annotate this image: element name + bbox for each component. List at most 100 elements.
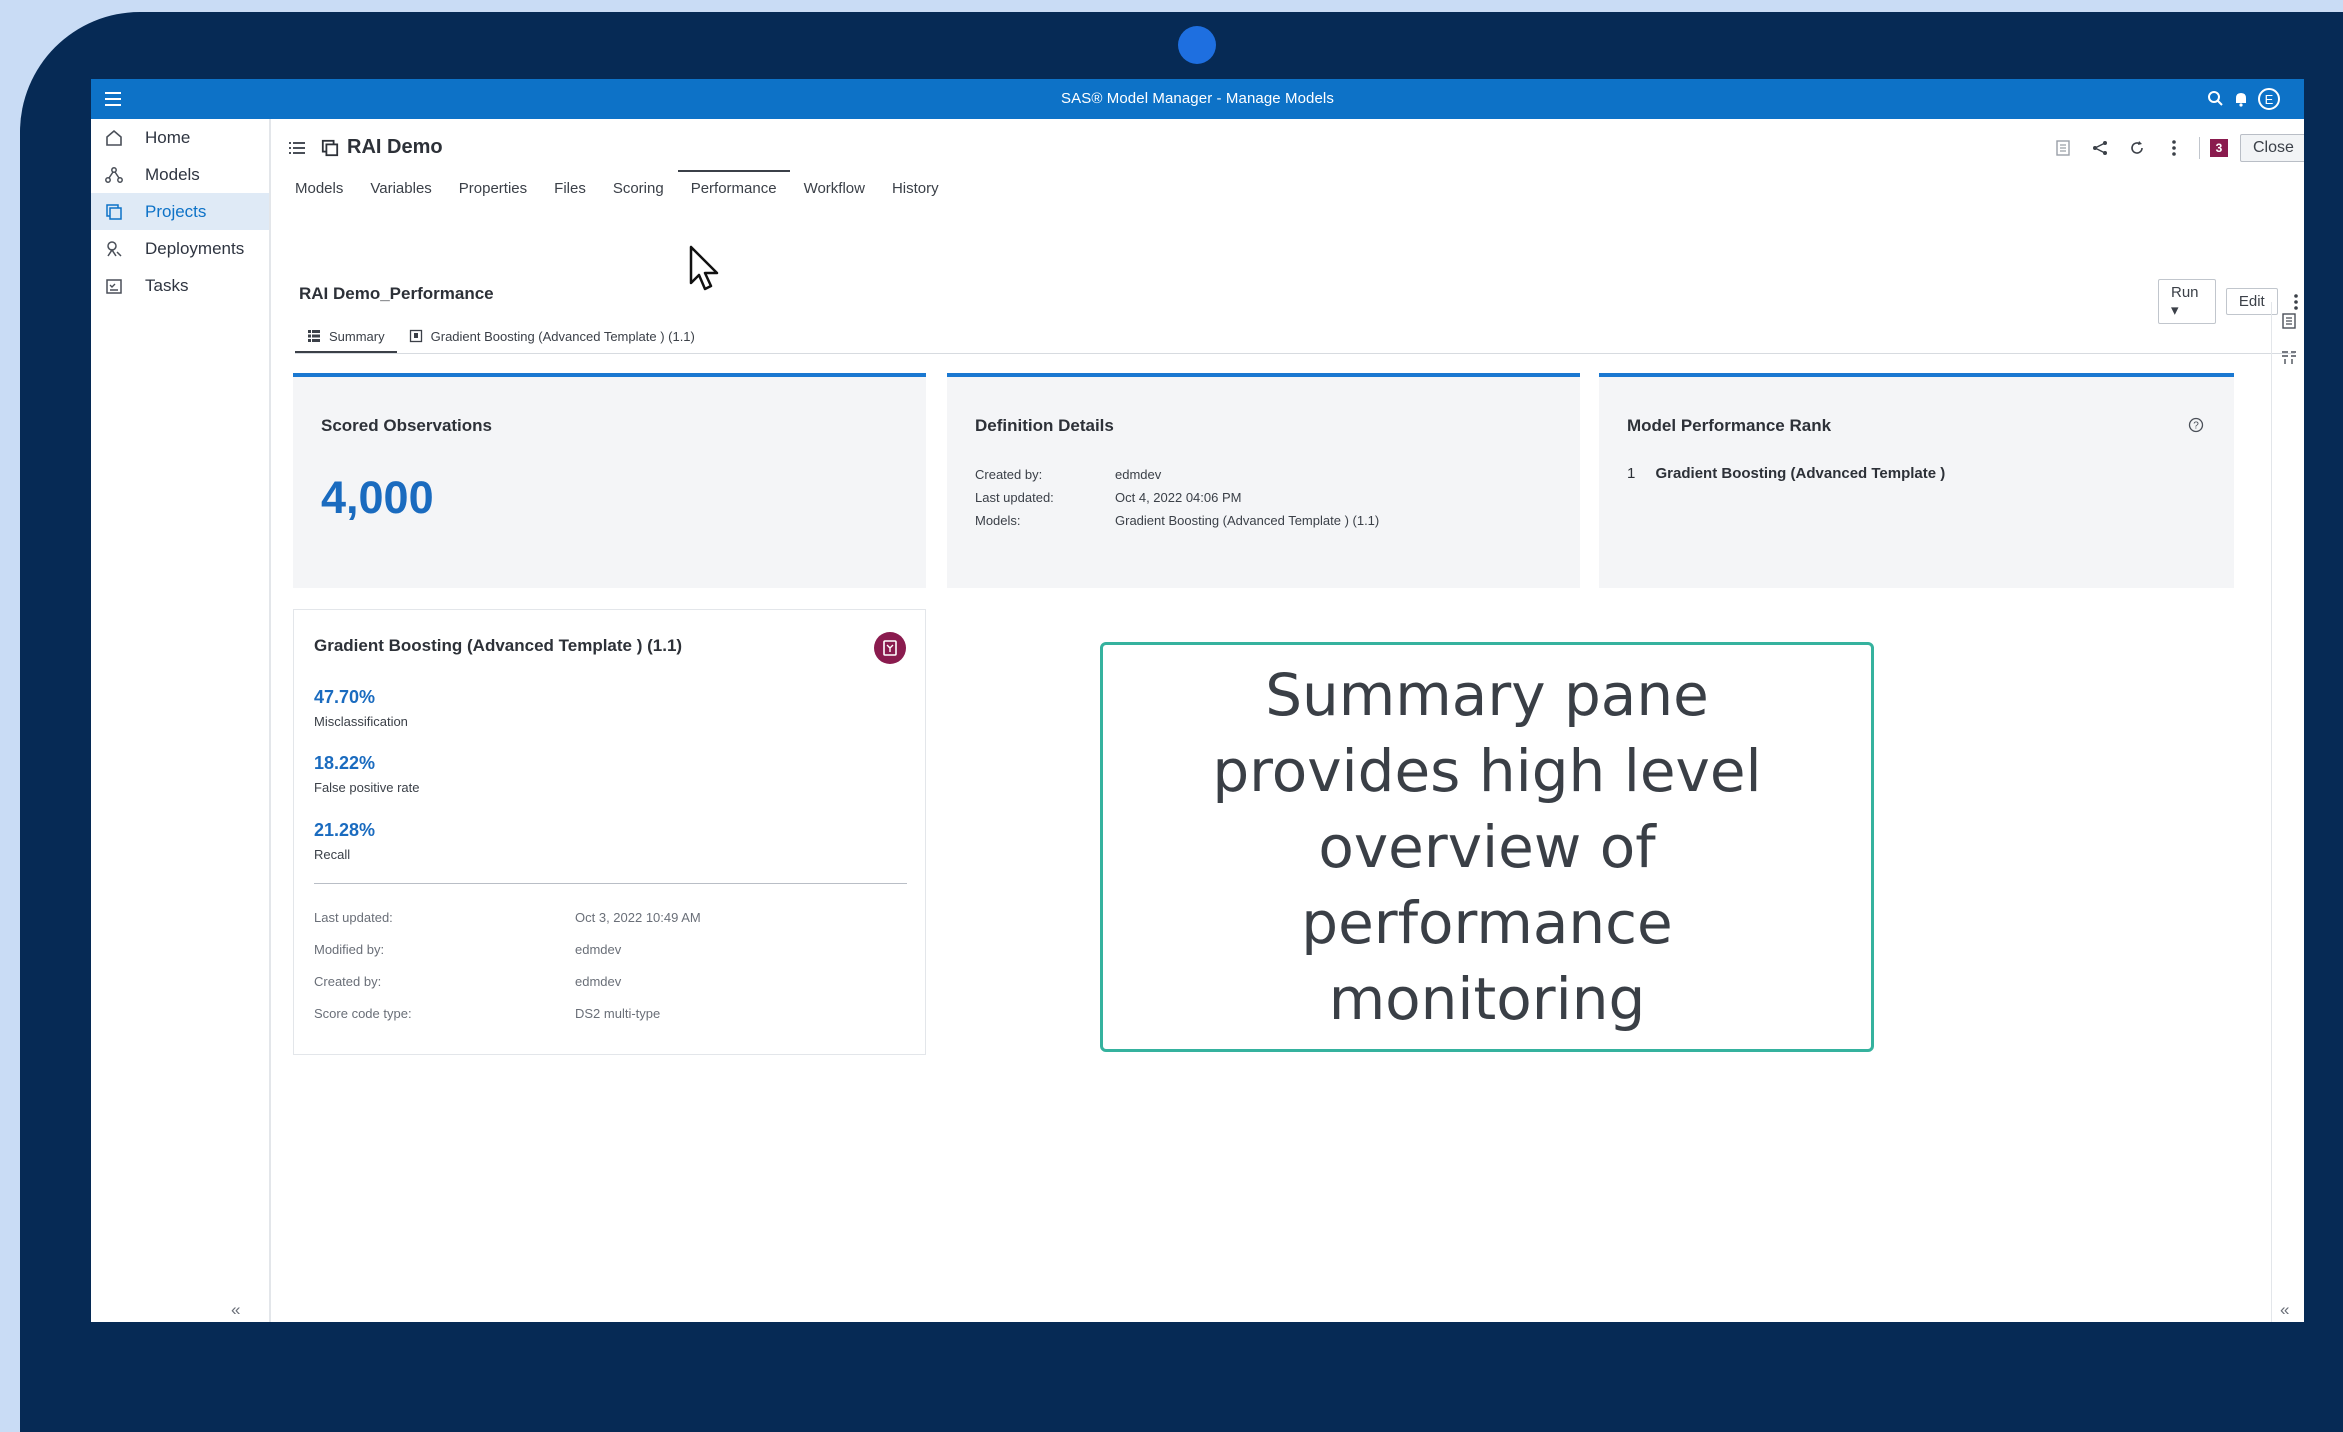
callout-text: Summary pane provides high level overvie…	[1212, 661, 1762, 1033]
detail-value: Oct 4, 2022 04:06 PM	[1115, 490, 1242, 505]
project-tabs: Models Variables Properties Files Scorin…	[295, 170, 966, 202]
metric-value: 18.22%	[314, 753, 376, 773]
tab-performance[interactable]: Performance	[677, 170, 790, 202]
detail-row: Last updated: Oct 3, 2022 10:49 AM	[314, 910, 701, 942]
close-button[interactable]: Close	[2240, 134, 2304, 162]
card-title: Model Performance Rank	[1627, 416, 1832, 435]
collapse-sidebar-button[interactable]: «	[231, 1300, 240, 1320]
detail-row: Last updated: Oct 4, 2022 04:06 PM	[975, 490, 1379, 513]
detail-key: Modified by:	[314, 942, 385, 957]
scored-observations-card: Scored Observations 4,000	[293, 373, 926, 588]
sidebar-item-tasks[interactable]: Tasks	[91, 267, 269, 304]
definition-details-list: Created by: edmdev Last updated: Oct 4, …	[975, 467, 1379, 536]
detail-value: DS2 multi-type	[575, 1006, 661, 1021]
notification-count-badge[interactable]: 3	[2210, 139, 2228, 157]
subtab-label: Gradient Boosting (Advanced Template ) (…	[430, 328, 695, 344]
sidebar-item-deployments[interactable]: Deployments	[91, 230, 269, 267]
project-header: RAI Demo	[287, 136, 443, 159]
metric-value: 47.70%	[314, 687, 376, 707]
rank-model-name: Gradient Boosting (Advanced Template )	[1655, 465, 1946, 482]
model-icon	[409, 329, 422, 343]
right-rail: «	[2271, 302, 2304, 1322]
tab-scoring[interactable]: Scoring	[613, 174, 664, 202]
detail-row: Modified by: edmdev	[314, 942, 701, 974]
sidebar-item-label: Projects	[145, 201, 207, 221]
main-content: RAI Demo 3 Close Models Variables Proper…	[271, 119, 2304, 1322]
tab-models[interactable]: Models	[295, 174, 343, 202]
more-options-icon[interactable]	[2162, 136, 2186, 160]
metric-misclassification: 47.70% Misclassification	[314, 687, 408, 729]
model-performance-rank-card: Model Performance Rank ? 1 Gradient Boos…	[1599, 373, 2234, 588]
collapse-rail-button[interactable]: «	[2280, 1300, 2289, 1320]
metric-label: False positive rate	[314, 780, 420, 795]
detail-key: Last updated:	[314, 910, 393, 925]
avatar[interactable]: E	[2257, 87, 2281, 111]
summary-callout: Summary pane provides high level overvie…	[1100, 642, 1874, 1052]
subtab-label: Summary	[329, 328, 385, 344]
detail-key: Created by:	[975, 467, 1043, 482]
sidebar-item-home[interactable]: Home	[91, 119, 269, 156]
sidebar-item-label: Deployments	[145, 238, 245, 258]
detail-value: Oct 3, 2022 10:49 AM	[575, 910, 701, 925]
metric-value: 21.28%	[314, 820, 376, 840]
bell-icon[interactable]	[2229, 87, 2253, 111]
tab-properties[interactable]: Properties	[459, 174, 527, 202]
app-screen: SAS® Model Manager - Manage Models E Hom…	[91, 79, 2304, 1322]
detail-key: Created by:	[314, 974, 382, 989]
rank-entry: 1 Gradient Boosting (Advanced Template )	[1627, 465, 1945, 482]
sidebar-item-models[interactable]: Models	[91, 156, 269, 193]
refresh-icon[interactable]	[2125, 136, 2149, 160]
tab-files[interactable]: Files	[554, 174, 586, 202]
home-icon	[103, 127, 125, 149]
detail-value: Gradient Boosting (Advanced Template ) (…	[1115, 513, 1380, 528]
sidebar: Home Models Projects Deployments Tasks «	[91, 119, 271, 1322]
device-camera	[1178, 26, 1216, 64]
card-title: Definition Details	[975, 416, 1114, 435]
grid-panel-icon[interactable]	[2280, 348, 2298, 366]
pane-title: RAI Demo_Performance	[299, 284, 494, 303]
model-card-title: Gradient Boosting (Advanced Template ) (…	[314, 636, 683, 655]
metric-label: Recall	[314, 847, 351, 862]
summary-icon	[308, 330, 320, 342]
page-title: RAI Demo	[347, 136, 443, 158]
svg-text:?: ?	[2193, 421, 2199, 432]
metric-recall: 21.28% Recall	[314, 820, 375, 862]
detail-row: Created by: edmdev	[314, 974, 701, 1006]
tab-workflow[interactable]: Workflow	[804, 174, 865, 202]
detail-value: edmdev	[1115, 467, 1162, 482]
sidebar-item-label: Models	[145, 164, 200, 184]
project-icon	[321, 139, 339, 156]
detail-row: Score code type: DS2 multi-type	[314, 1006, 701, 1038]
document-icon[interactable]	[2051, 136, 2075, 160]
tab-history[interactable]: History	[892, 174, 939, 202]
performance-subtabs: Summary Gradient Boosting (Advanced Temp…	[295, 321, 2295, 354]
rank-number: 1	[1627, 465, 1636, 482]
metric-false-positive-rate: 18.22% False positive rate	[314, 753, 420, 795]
champion-badge-icon	[874, 632, 906, 664]
subtab-summary[interactable]: Summary	[295, 321, 397, 353]
app-title: SAS® Model Manager - Manage Models	[1061, 90, 1334, 107]
project-actions: 3 Close	[2051, 134, 2304, 162]
svg-text:E: E	[2265, 92, 2274, 107]
list-view-icon[interactable]	[287, 138, 307, 158]
tab-variables[interactable]: Variables	[370, 174, 431, 202]
edit-button[interactable]: Edit	[2225, 288, 2278, 315]
share-icon[interactable]	[2088, 136, 2112, 160]
properties-panel-icon[interactable]	[2280, 312, 2298, 330]
run-button[interactable]: Run ▾	[2158, 279, 2216, 324]
search-icon[interactable]	[2204, 87, 2228, 111]
sidebar-item-label: Home	[145, 127, 191, 147]
metric-label: Misclassification	[314, 714, 408, 729]
mouse-cursor-icon	[689, 245, 719, 291]
help-icon[interactable]: ?	[2188, 417, 2204, 433]
detail-key: Last updated:	[975, 490, 1054, 505]
detail-value: edmdev	[575, 974, 622, 989]
detail-row: Created by: edmdev	[975, 467, 1379, 490]
detail-row: Models: Gradient Boosting (Advanced Temp…	[975, 513, 1379, 536]
sidebar-item-label: Tasks	[145, 275, 189, 295]
models-icon	[103, 164, 125, 186]
divider	[314, 883, 907, 884]
sidebar-item-projects[interactable]: Projects	[91, 193, 269, 230]
subtab-gradient-boosting[interactable]: Gradient Boosting (Advanced Template ) (…	[397, 321, 707, 351]
projects-icon	[103, 201, 125, 223]
